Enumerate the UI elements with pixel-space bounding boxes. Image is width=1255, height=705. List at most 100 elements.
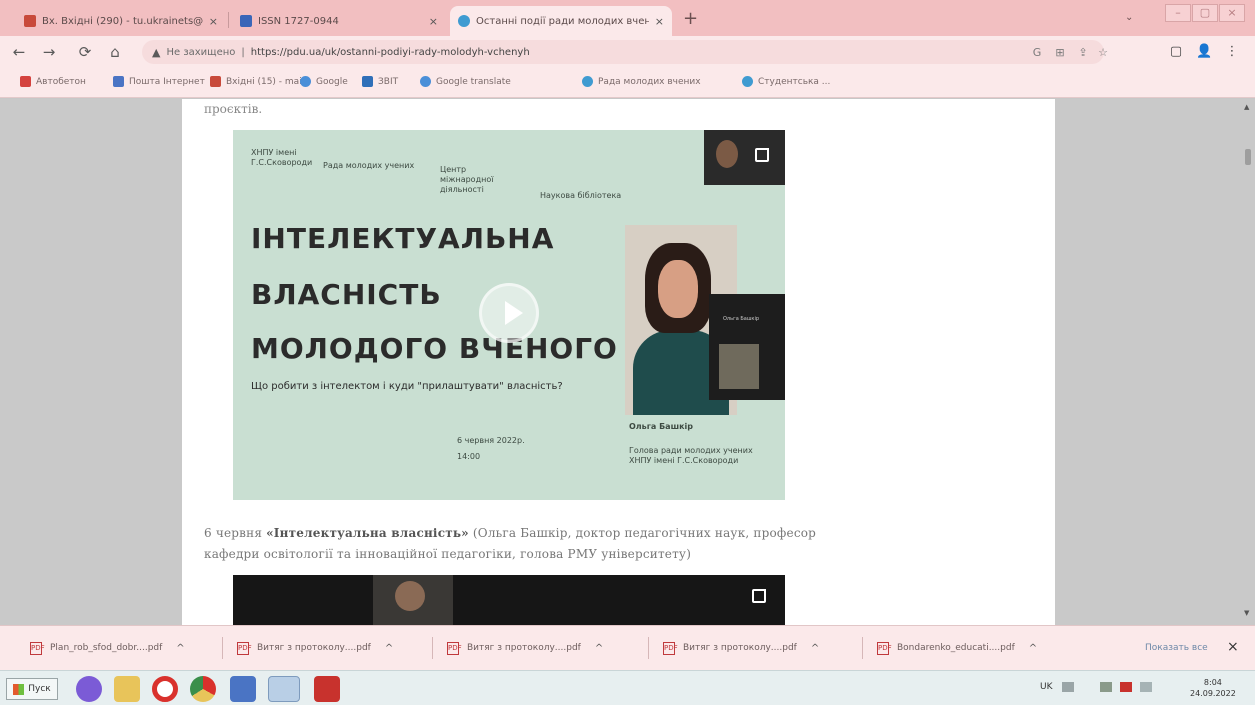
start-button[interactable]: Пуск bbox=[6, 678, 58, 700]
maximize-button[interactable]: ▢ bbox=[1192, 4, 1218, 22]
bookmark-item[interactable]: Пошта Інтернет bbox=[113, 76, 205, 87]
opera-icon[interactable] bbox=[152, 676, 178, 702]
bookmark-favicon-icon bbox=[300, 76, 311, 87]
url-text[interactable]: https://pdu.ua/uk/ostanni-podiyi-rady-mo… bbox=[251, 47, 530, 58]
page-viewport[interactable]: проєктів. ХНПУ імені Г.С.Сковороди Рада … bbox=[0, 99, 1255, 625]
tab-gmail[interactable]: Вх. Вхідні (290) - tu.ukrainets@gm... × bbox=[16, 6, 226, 36]
article-text: проєктів. bbox=[204, 102, 263, 116]
close-tab-icon[interactable]: × bbox=[209, 15, 218, 28]
chevron-up-icon[interactable]: ^ bbox=[1029, 643, 1037, 654]
google-lens-icon[interactable]: G bbox=[1030, 46, 1044, 60]
tray-app-icon[interactable] bbox=[1120, 682, 1132, 692]
tab-active[interactable]: Останні події ради молодих вчені... × bbox=[450, 6, 672, 36]
translate-icon[interactable]: ⊞ bbox=[1053, 46, 1067, 60]
address-separator: | bbox=[241, 46, 245, 58]
download-item[interactable]: PDF Витяг з протоколу....pdf ^ bbox=[447, 639, 603, 657]
keyboard-icon[interactable] bbox=[1062, 682, 1074, 692]
tab-title: ISSN 1727-0944 bbox=[258, 15, 339, 27]
browser-toolbar: ← → ⟳ ⌂ ▲ Не захищено | https://pdu.ua/u… bbox=[0, 36, 1255, 68]
bookmark-star-icon[interactable]: ☆ bbox=[1096, 46, 1110, 60]
chevron-up-icon[interactable]: ^ bbox=[595, 643, 603, 654]
chevron-up-icon[interactable]: ^ bbox=[176, 643, 184, 654]
show-all-downloads-link[interactable]: Показать все bbox=[1145, 643, 1208, 653]
bookmark-item[interactable]: Вхідні (15) - mail bbox=[210, 76, 304, 87]
bookmark-item[interactable]: Студентська ... bbox=[742, 76, 830, 87]
open-external-icon[interactable] bbox=[752, 589, 766, 603]
download-item[interactable]: PDF Plan_rob_sfod_dobr....pdf ^ bbox=[30, 639, 185, 657]
volume-icon[interactable] bbox=[1140, 682, 1152, 692]
home-button[interactable]: ⌂ bbox=[106, 43, 124, 61]
reload-button[interactable]: ⟳ bbox=[76, 43, 94, 61]
book-title: Ольга Башкір bbox=[723, 316, 760, 322]
event-date: 6 червня 2022р. bbox=[457, 436, 525, 445]
profile-avatar-icon[interactable]: 👤 bbox=[1196, 44, 1212, 60]
download-filename: Витяг з протоколу....pdf bbox=[683, 643, 797, 653]
scroll-up-icon[interactable]: ▲ bbox=[1244, 103, 1249, 111]
forward-button[interactable]: → bbox=[40, 43, 58, 61]
org-name: ХНПУ імені Г.С.Сковороди bbox=[251, 148, 313, 167]
vertical-scrollbar[interactable]: ▲ ▼ bbox=[1240, 99, 1255, 625]
scroll-thumb[interactable] bbox=[1245, 149, 1251, 165]
menu-kebab-icon[interactable]: ⋮ bbox=[1224, 44, 1240, 60]
file-explorer-icon[interactable] bbox=[114, 676, 140, 702]
play-button-icon[interactable] bbox=[479, 283, 539, 343]
bookmark-favicon-icon bbox=[210, 76, 221, 87]
close-tab-icon[interactable]: × bbox=[655, 15, 664, 28]
network-icon[interactable] bbox=[1100, 682, 1112, 692]
download-filename: Витяг з протоколу....pdf bbox=[257, 643, 371, 653]
chevron-up-icon[interactable]: ^ bbox=[385, 643, 393, 654]
download-item[interactable]: PDF Витяг з протоколу....pdf ^ bbox=[663, 639, 819, 657]
bookmark-item[interactable]: Автобетон bbox=[20, 76, 86, 87]
speaker-role: Голова ради молодих учених ХНПУ імені Г.… bbox=[629, 446, 753, 465]
gmail-icon bbox=[24, 15, 36, 27]
download-item[interactable]: PDF Bondarenko_educati....pdf ^ bbox=[877, 639, 1037, 657]
clock-time: 8:04 bbox=[1203, 678, 1222, 687]
share-icon[interactable]: ⇪ bbox=[1076, 46, 1090, 60]
bookmark-favicon-icon bbox=[20, 76, 31, 87]
language-indicator[interactable]: UK bbox=[1040, 682, 1053, 692]
download-item[interactable]: PDF Витяг з протоколу....pdf ^ bbox=[237, 639, 393, 657]
bookmark-item[interactable]: Рада молодих вчених bbox=[582, 76, 701, 87]
close-window-button[interactable]: × bbox=[1219, 4, 1245, 22]
bookmark-favicon-icon bbox=[362, 76, 373, 87]
system-clock[interactable]: 8:04 24.09.2022 bbox=[1190, 677, 1236, 699]
bookmark-item[interactable]: ЗВІТ bbox=[362, 76, 398, 87]
extensions-icon[interactable]: ▢ bbox=[1168, 44, 1184, 60]
close-tab-icon[interactable]: × bbox=[429, 15, 438, 28]
clock-date: 24.09.2022 bbox=[1190, 689, 1236, 698]
pdf-file-icon: PDF bbox=[447, 641, 462, 655]
minimize-button[interactable]: – bbox=[1165, 4, 1191, 22]
chrome-active-window-icon[interactable] bbox=[268, 676, 300, 702]
video-title-line: ВЛАСНІСТЬ bbox=[251, 278, 442, 311]
video-player-2[interactable] bbox=[233, 575, 785, 625]
site-icon bbox=[458, 15, 470, 27]
warning-icon[interactable]: ▲ bbox=[152, 46, 160, 59]
bookmark-favicon-icon bbox=[742, 76, 753, 87]
tab-issn[interactable]: ISSN 1727-0944 × bbox=[232, 6, 446, 36]
book-cover: Ольга Башкір bbox=[709, 294, 785, 400]
library-name: Наукова бібліотека bbox=[540, 191, 622, 200]
chevron-up-icon[interactable]: ^ bbox=[811, 643, 819, 654]
bookmark-item[interactable]: Google translate bbox=[420, 76, 511, 87]
scroll-down-icon[interactable]: ▼ bbox=[1244, 609, 1249, 617]
bookmark-favicon-icon bbox=[420, 76, 431, 87]
tab-search-icon[interactable]: ⌄ bbox=[1125, 12, 1133, 23]
bookmark-item[interactable]: Google bbox=[300, 76, 348, 87]
video-player[interactable]: ХНПУ імені Г.С.Сковороди Рада молодих уч… bbox=[233, 130, 785, 500]
address-bar[interactable]: ▲ Не захищено | https://pdu.ua/uk/ostann… bbox=[142, 40, 1104, 64]
acrobat-icon[interactable] bbox=[314, 676, 340, 702]
back-button[interactable]: ← bbox=[10, 43, 28, 61]
chrome-icon[interactable] bbox=[190, 676, 216, 702]
open-external-icon[interactable] bbox=[755, 148, 769, 162]
speaker-name: Ольга Башкір bbox=[629, 422, 693, 431]
webcam-overlay bbox=[704, 130, 785, 185]
tab-separator bbox=[228, 12, 229, 28]
word-icon[interactable] bbox=[230, 676, 256, 702]
video-thumbnail bbox=[373, 575, 453, 625]
download-filename: Plan_rob_sfod_dobr....pdf bbox=[50, 643, 163, 653]
pdf-file-icon: PDF bbox=[663, 641, 678, 655]
new-tab-button[interactable]: + bbox=[683, 10, 698, 28]
viber-icon[interactable] bbox=[76, 676, 102, 702]
video-caption: 6 червня «Інтелектуальна власність» (Оль… bbox=[204, 523, 824, 565]
close-downloads-icon[interactable]: × bbox=[1227, 639, 1239, 655]
